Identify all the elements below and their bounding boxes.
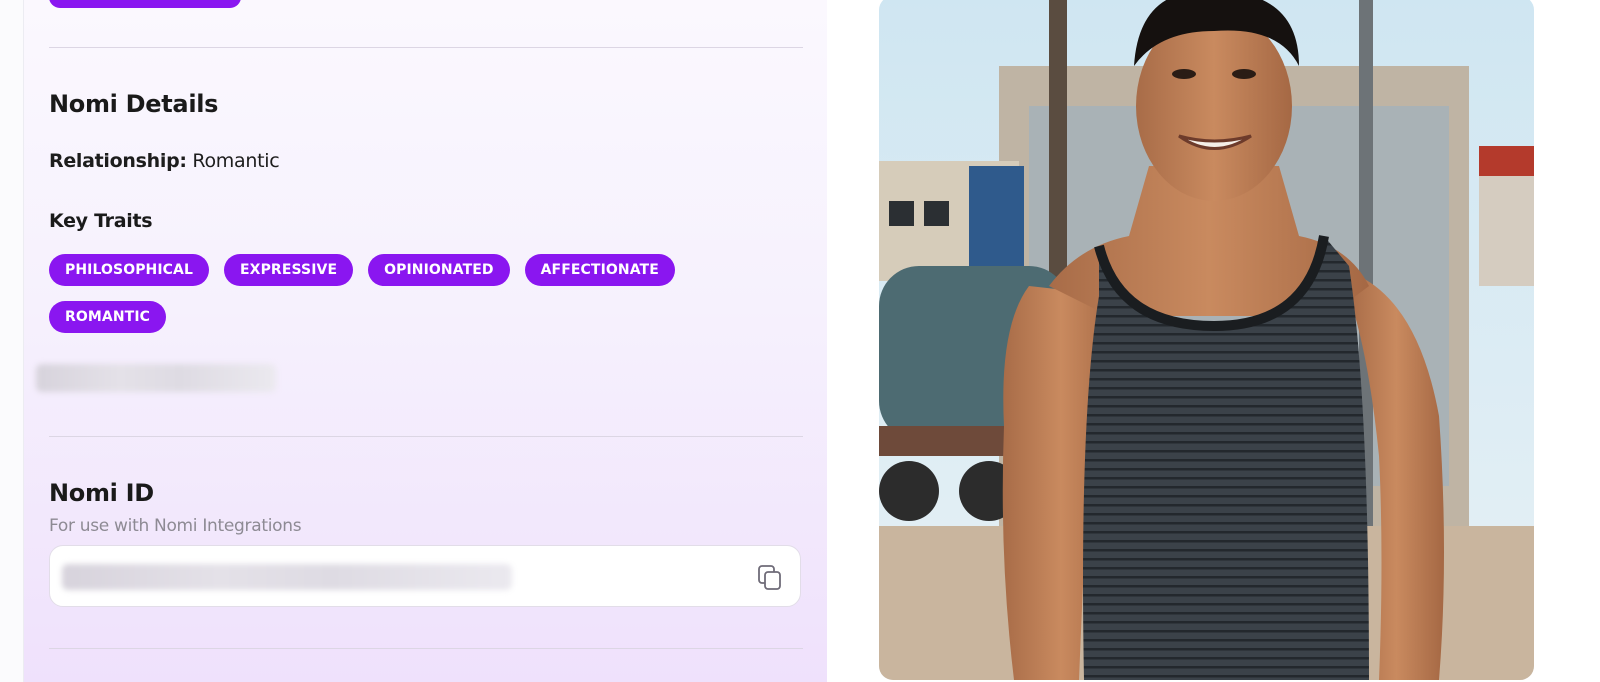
nomi-details-title: Nomi Details: [49, 90, 219, 118]
divider: [49, 436, 803, 437]
relationship-value: Romantic: [186, 150, 280, 172]
left-edge-strip: [0, 0, 24, 682]
trait-chip: ROMANTIC: [49, 301, 166, 333]
relationship-label: Relationship:: [49, 150, 187, 172]
profile-photo: [879, 0, 1534, 680]
redacted-text: [36, 364, 276, 392]
trait-chip: PHILOSOPHICAL: [49, 254, 210, 286]
key-traits-title: Key Traits: [49, 210, 153, 232]
trait-chip: OPINIONATED: [368, 254, 510, 286]
details-panel: Nomi Details Relationship: Romantic Key …: [24, 0, 827, 682]
nomi-id-field[interactable]: [49, 545, 801, 607]
trait-list: PHILOSOPHICAL EXPRESSIVE OPINIONATED AFF…: [49, 254, 739, 333]
nomi-id-subtitle: For use with Nomi Integrations: [49, 516, 302, 536]
divider: [49, 648, 803, 649]
top-action-button[interactable]: [49, 0, 241, 8]
redacted-id: [62, 564, 512, 590]
trait-chip: EXPRESSIVE: [224, 254, 354, 286]
divider: [49, 47, 803, 48]
trait-chip: AFFECTIONATE: [524, 254, 675, 286]
relationship-row: Relationship: Romantic: [49, 150, 280, 172]
nomi-id-title: Nomi ID: [49, 479, 154, 507]
copy-icon[interactable]: [756, 563, 784, 591]
